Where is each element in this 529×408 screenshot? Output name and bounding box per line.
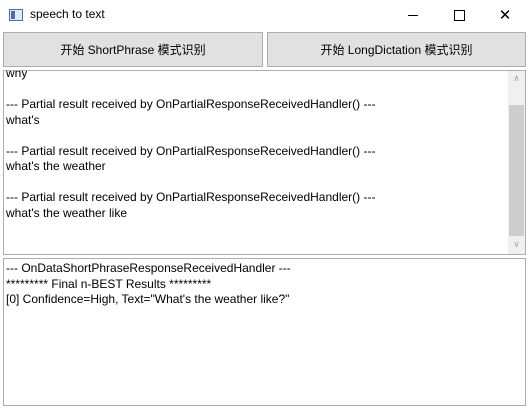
final-results-text: --- OnDataShortPhraseResponseReceivedHan… xyxy=(6,261,521,308)
start-longdictation-button[interactable]: 开始 LongDictation 模式识别 xyxy=(267,32,526,67)
start-shortphrase-button[interactable]: 开始 ShortPhrase 模式识别 xyxy=(3,32,263,67)
partial-log-line: --- Partial result received by OnPartial… xyxy=(6,97,376,111)
final-log-line: --- OnDataShortPhraseResponseReceivedHan… xyxy=(6,261,291,275)
partial-log-line: --- Partial result received by OnPartial… xyxy=(6,190,376,204)
partial-results-textbox[interactable]: why --- Partial result received by OnPart… xyxy=(3,70,526,255)
partial-log-line xyxy=(6,128,505,144)
maximize-button[interactable] xyxy=(436,0,482,30)
final-results-textbox[interactable]: --- OnDataShortPhraseResponseReceivedHan… xyxy=(3,258,526,406)
partial-log-line: why xyxy=(6,70,28,80)
partial-log-line: what's xyxy=(6,112,40,127)
partial-log-line xyxy=(6,82,505,98)
window-title: speech to text xyxy=(30,7,105,21)
final-log-line: [0] Confidence=High, Text="What's the we… xyxy=(6,292,290,306)
main-window: speech to text ✕ 开始 ShortPhrase 模式识别 开始 … xyxy=(0,0,529,408)
app-icon xyxy=(9,9,23,21)
scrollbar-thumb[interactable] xyxy=(509,105,524,236)
final-log-line: ********* Final n-BEST Results ********* xyxy=(6,276,212,291)
scroll-up-icon[interactable]: ∧ xyxy=(508,71,525,88)
minimize-icon xyxy=(408,14,418,16)
partial-results-scrollbar[interactable]: ∧ ∨ xyxy=(508,71,525,254)
close-button[interactable]: ✕ xyxy=(482,0,528,30)
partial-log-line: what's the weather xyxy=(6,159,106,173)
minimize-button[interactable] xyxy=(390,0,436,30)
close-icon: ✕ xyxy=(498,5,512,24)
maximize-icon xyxy=(453,9,465,21)
scroll-down-icon[interactable]: ∨ xyxy=(508,237,525,254)
partial-log-line xyxy=(6,175,505,191)
title-bar[interactable]: speech to text ✕ xyxy=(0,0,529,30)
partial-log-line: --- Partial result received by OnPartial… xyxy=(6,143,376,158)
partial-results-text: why --- Partial result received by OnPart… xyxy=(6,70,505,221)
partial-log-line: what's the weather like xyxy=(6,205,128,220)
